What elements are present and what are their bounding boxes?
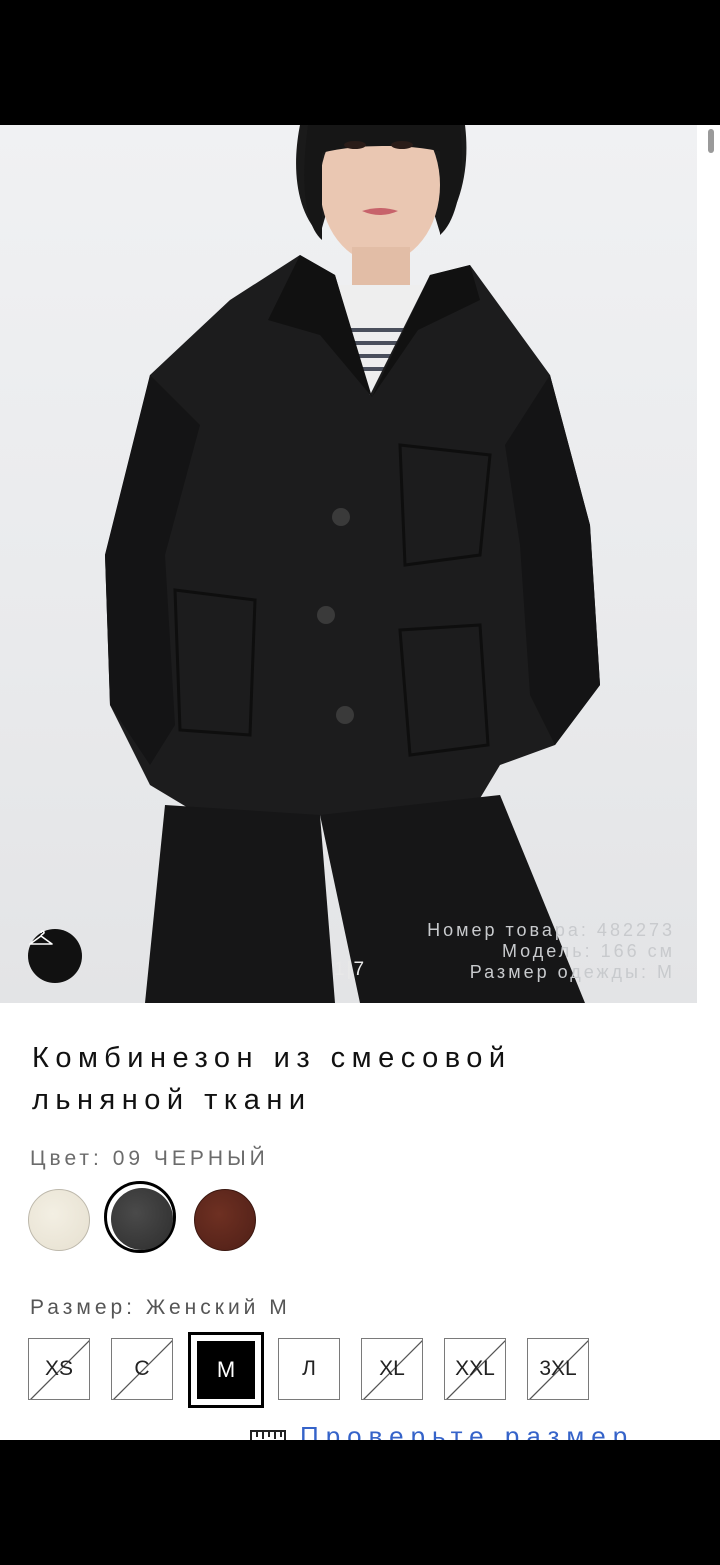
product-photo[interactable]: 1|7 Номер товара: 482273 Модель: 166 см … [0,125,697,1003]
color-swatch-black[interactable] [111,1188,173,1250]
ruler-icon [250,1429,286,1440]
model-photo-illustration [105,125,600,1003]
size-option-label: XL [379,1357,405,1380]
bottom-black-bar [0,1440,720,1565]
color-swatch-brown[interactable] [194,1189,256,1251]
scrollbar[interactable] [698,125,720,1440]
hanger-icon [29,930,53,945]
size-option-xl[interactable]: XL [361,1338,423,1400]
size-option-label: С [134,1357,150,1380]
size-option-label: XS [44,1357,73,1380]
scrollbar-thumb[interactable] [708,129,714,153]
size-option-xxl[interactable]: XXL [444,1338,506,1400]
check-size-text[interactable]: Проверьте размер [300,1421,634,1440]
color-label: Цвет: 09 ЧЕРНЫЙ [30,1147,269,1170]
size-option-l[interactable]: Л [278,1338,340,1400]
size-option-m[interactable]: M [188,1332,264,1408]
top-black-bar [0,0,720,125]
size-option-xs[interactable]: XS [28,1338,90,1400]
size-option-s[interactable]: С [111,1338,173,1400]
check-size-link[interactable]: Проверьте размер [250,1421,634,1440]
image-meta: Номер товара: 482273 Модель: 166 см Разм… [427,920,675,983]
size-label: Размер: Женский M [30,1296,291,1319]
product-page: 1|7 Номер товара: 482273 Модель: 166 см … [0,125,720,1440]
image-counter: 1|7 [333,959,367,980]
color-swatch-cream[interactable] [28,1189,90,1251]
product-title: Комбинезон из смесовой льняной ткани [32,1042,512,1116]
size-option-label: M [197,1341,255,1399]
size-option-3xl[interactable]: 3XL [527,1338,589,1400]
garment-size: Размер одежды: M [469,962,675,982]
try-on-button[interactable] [28,929,82,983]
size-option-label: Л [302,1357,316,1380]
size-option-label: XXL [455,1357,495,1380]
model-height: Модель: 166 см [501,941,675,961]
size-option-label: 3XL [539,1357,577,1380]
item-number: Номер товара: 482273 [427,920,675,940]
